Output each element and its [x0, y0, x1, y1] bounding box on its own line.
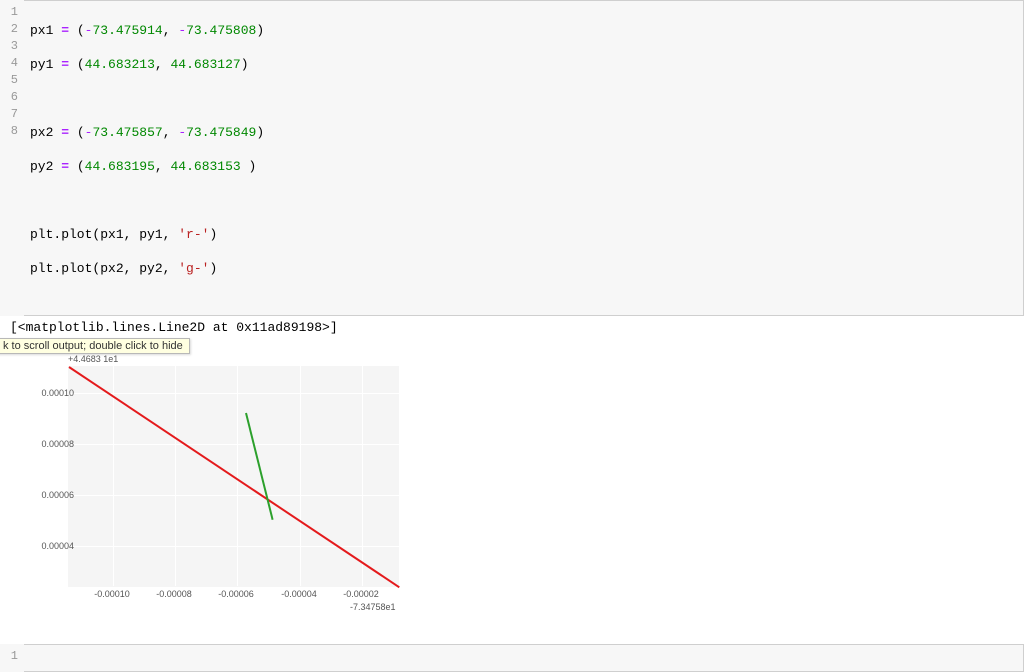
- y-offset-label: +4.4683 1e1: [68, 354, 118, 364]
- x-offset-label: -7.34758e1: [350, 602, 396, 612]
- gridline: [300, 366, 301, 586]
- code-gutter: 1 2 3 4 5 6 7 8: [0, 0, 24, 316]
- x-tick: -0.00002: [343, 589, 379, 599]
- gridline: [69, 546, 399, 547]
- y-tick: 0.00008: [14, 439, 74, 449]
- code-num: 44.683195: [85, 159, 155, 174]
- x-tick: -0.00010: [94, 589, 130, 599]
- line-number: 3: [11, 39, 18, 53]
- matplotlib-plot: +4.4683 1e1 0.00010 0.00008 0.00006 0.00…: [0, 354, 410, 634]
- code-num: 44.683127: [171, 57, 241, 72]
- series-r: [68, 366, 399, 588]
- code-num: 73.475857: [92, 125, 162, 140]
- code-call: plt.plot: [30, 227, 92, 242]
- gridline: [362, 366, 363, 586]
- code-var: px2: [30, 125, 53, 140]
- y-tick: 0.00004: [14, 541, 74, 551]
- line-number: 1: [11, 5, 18, 19]
- y-tick: 0.00006: [14, 490, 74, 500]
- line-number: 1: [11, 649, 18, 663]
- code-var: py2: [30, 159, 53, 174]
- code-input[interactable]: [24, 644, 1024, 672]
- code-num: 73.475914: [92, 23, 162, 38]
- output-repr: [<matplotlib.lines.Line2D at 0x11ad89198…: [0, 318, 1024, 337]
- line-number: 7: [11, 107, 18, 121]
- code-cell: 1 2 3 4 5 6 7 8 px1 = (-73.475914, -73.4…: [0, 0, 1024, 316]
- line-number: 8: [11, 124, 18, 138]
- code-string: 'r-': [178, 227, 209, 242]
- assign-op: =: [61, 23, 69, 38]
- line-number: 2: [11, 22, 18, 36]
- gridline: [69, 495, 399, 496]
- code-num: 73.475808: [186, 23, 256, 38]
- line-number: 6: [11, 90, 18, 104]
- code-var: px1: [30, 23, 53, 38]
- x-tick: -0.00006: [218, 589, 254, 599]
- plot-area: [68, 366, 399, 587]
- x-tick: -0.00004: [281, 589, 317, 599]
- gridline: [237, 366, 238, 586]
- line-number: 4: [11, 56, 18, 70]
- gridline: [175, 366, 176, 586]
- gridline: [69, 444, 399, 445]
- gridline: [113, 366, 114, 586]
- y-tick: 0.00010: [14, 388, 74, 398]
- code-string: 'g-': [178, 261, 209, 276]
- code-gutter: 1: [0, 644, 24, 672]
- series-g: [245, 413, 274, 520]
- code-num: 44.683213: [85, 57, 155, 72]
- code-input[interactable]: px1 = (-73.475914, -73.475808) py1 = (44…: [24, 0, 1024, 316]
- x-tick: -0.00008: [156, 589, 192, 599]
- code-num: 44.683153: [171, 159, 241, 174]
- code-call: plt.plot: [30, 261, 92, 276]
- code-num: 73.475849: [186, 125, 256, 140]
- line-number: 5: [11, 73, 18, 87]
- gridline: [69, 393, 399, 394]
- scroll-hint-tooltip: k to scroll output; double click to hide: [0, 338, 190, 354]
- code-var: py1: [30, 57, 53, 72]
- empty-code-cell: 1: [0, 644, 1024, 672]
